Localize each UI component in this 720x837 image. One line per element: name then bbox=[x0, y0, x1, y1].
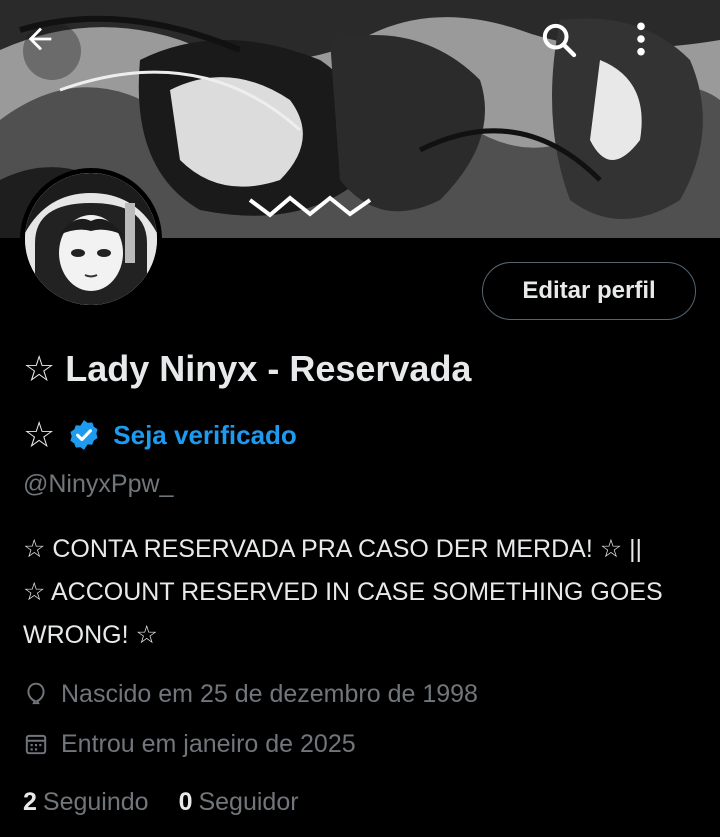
followers-count[interactable]: 0 bbox=[179, 788, 193, 817]
search-button[interactable] bbox=[539, 20, 597, 78]
star-badge: ☆ bbox=[23, 414, 56, 455]
edit-profile-button[interactable]: Editar perfil bbox=[482, 262, 696, 320]
birth-date-row: Nascido em 25 de dezembro de 1998 bbox=[23, 676, 478, 712]
balloon-icon bbox=[27, 682, 45, 705]
profile-avatar[interactable] bbox=[20, 168, 162, 310]
verification-row: ☆ Seja verificado bbox=[23, 412, 297, 458]
profile-page: Editar perfil ☆ Lady Ninyx - Reservada ☆… bbox=[0, 0, 720, 837]
verified-badge-icon bbox=[70, 420, 98, 450]
followers-label[interactable]: Seguidor bbox=[198, 788, 298, 817]
calendar-icon bbox=[25, 734, 47, 755]
more-vertical-icon bbox=[637, 22, 645, 56]
bio-line: ☆ ACCOUNT RESERVED IN CASE SOMETHING GOE… bbox=[23, 578, 663, 606]
back-button[interactable] bbox=[23, 22, 81, 80]
arrow-left-icon bbox=[28, 27, 52, 51]
edit-profile-label: Editar perfil bbox=[522, 277, 656, 304]
joined-date-row: Entrou em janeiro de 2025 bbox=[23, 726, 356, 762]
get-verified-link[interactable]: Seja verificado bbox=[113, 420, 297, 451]
bio-line: ☆ CONTA RESERVADA PRA CASO DER MERDA! ☆ … bbox=[23, 535, 643, 563]
follow-stats: 2 Seguindo 0 Seguidor bbox=[23, 784, 329, 820]
more-options-button[interactable] bbox=[634, 20, 692, 78]
profile-bio: ☆ CONTA RESERVADA PRA CASO DER MERDA! ☆ … bbox=[23, 528, 703, 657]
avatar-image bbox=[25, 173, 157, 305]
joined-date-text: Entrou em janeiro de 2025 bbox=[61, 729, 356, 758]
following-count[interactable]: 2 bbox=[23, 788, 37, 817]
birth-date-text: Nascido em 25 de dezembro de 1998 bbox=[61, 679, 478, 708]
search-icon bbox=[542, 23, 577, 58]
following-label[interactable]: Seguindo bbox=[43, 788, 149, 817]
display-name: ☆ Lady Ninyx - Reservada bbox=[23, 348, 472, 389]
user-handle: @NinyxPpw_ bbox=[23, 470, 174, 498]
bio-line: WRONG! ☆ bbox=[23, 621, 158, 649]
